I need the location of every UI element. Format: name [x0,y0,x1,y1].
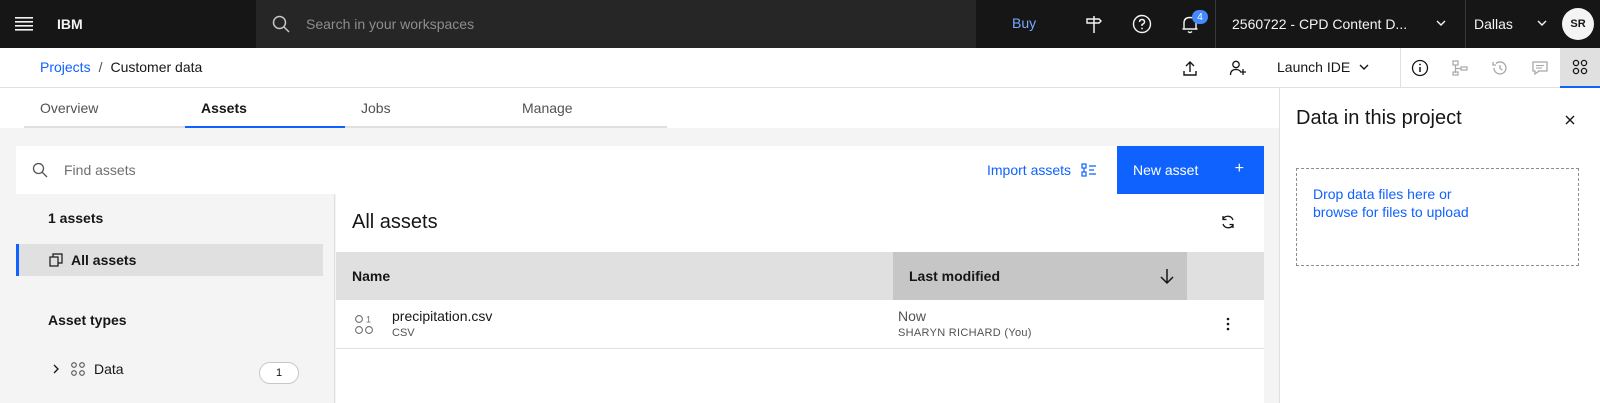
notification-badge: 4 [1192,10,1208,24]
refresh-icon[interactable] [1216,210,1240,234]
find-assets-input[interactable] [64,162,764,178]
signpost-icon[interactable] [1070,0,1118,48]
region-switcher[interactable]: Dallas [1465,0,1558,48]
region-label: Dallas [1474,16,1513,32]
copy-icon [49,253,63,267]
search-icon [16,146,64,194]
asset-list-title: All assets [352,211,438,233]
tab-jobs[interactable]: Jobs [345,88,506,128]
data-count-tag: 1 [259,362,299,384]
top-header: IBM Buy 4 2560722 - CPD Content D... Dal… [0,0,1600,48]
tab-overview[interactable]: Overview [24,88,185,128]
filter-all-assets-label: All assets [71,252,137,268]
filter-data[interactable]: Data [50,361,124,377]
data-type-icon [70,361,86,377]
chevron-down-icon [1435,17,1447,29]
add-icon: + [1234,160,1244,177]
table-header: Name Last modified [336,252,1264,300]
project-toolbar: Projects / Customer data Launch IDE [0,48,1600,88]
account-label: 2560722 - CPD Content D... [1232,16,1408,32]
browse-files-link[interactable]: browse for files to upload [1313,203,1562,221]
lineage-icon[interactable] [1440,48,1480,88]
column-header-name[interactable]: Name [336,252,893,300]
comments-icon[interactable] [1520,48,1560,88]
history-icon[interactable] [1480,48,1520,88]
search-icon [256,0,306,48]
launch-ide-label: Launch IDE [1277,59,1351,75]
upload-icon[interactable] [1170,48,1210,88]
filter-all-assets[interactable]: All assets [16,244,323,276]
import-assets-label: Import assets [987,162,1072,178]
data-side-panel: Data in this project Drop data files her… [1279,88,1600,403]
asset-list: All assets Name Last modified 1 precipit… [336,194,1264,403]
buy-link[interactable]: Buy [1012,15,1036,31]
chevron-down-icon [1536,17,1548,29]
import-assets-button[interactable]: Import assets [987,146,1097,194]
import-icon [1081,162,1097,178]
project-tabs: Overview Assets Jobs Manage [0,88,1280,128]
close-icon[interactable] [1558,108,1582,132]
column-header-last-modified-label: Last modified [909,268,1001,284]
breadcrumb-projects-link[interactable]: Projects [40,59,91,75]
assets-toolbar: Import assets New asset + [16,146,1264,194]
asset-types-heading: Asset types [48,312,127,328]
account-switcher[interactable]: 2560722 - CPD Content D... [1215,0,1465,48]
column-header-last-modified[interactable]: Last modified [893,252,1187,300]
modified-by: SHARYN RICHARD (You) [898,327,1032,339]
drop-zone-text-line1: Drop data files here or [1313,186,1452,202]
arrow-down-icon [1159,267,1175,285]
tab-manage[interactable]: Manage [506,88,667,128]
global-search-input[interactable] [306,16,906,32]
asset-count: 1 assets [48,210,104,226]
chevron-right-icon [50,363,62,375]
side-panel-title: Data in this project [1296,107,1462,129]
tab-assets[interactable]: Assets [185,88,345,128]
table-row[interactable]: 1 precipitation.csv CSV Now SHARYN RICHA… [336,300,1264,349]
asset-type: CSV [392,327,415,339]
asset-name[interactable]: precipitation.csv [392,308,492,324]
last-modified-cell: Now SHARYN RICHARD (You) [898,308,1032,339]
avatar[interactable]: SR [1562,8,1594,40]
overflow-menu-icon[interactable] [1216,312,1240,336]
add-collaborator-icon[interactable] [1218,48,1258,88]
filter-data-label: Data [94,361,124,377]
asset-filter-panel: 1 assets All assets Asset types Data 1 [16,194,335,403]
menu-icon[interactable] [0,0,48,48]
brand-logo[interactable]: IBM [48,16,248,32]
new-asset-button[interactable]: New asset + [1117,146,1264,194]
breadcrumb-separator: / [98,59,103,75]
file-drop-zone[interactable]: Drop data files here or browse for files… [1296,168,1579,266]
info-icon[interactable] [1400,48,1440,88]
breadcrumb-current: Customer data [110,59,203,75]
breadcrumb: Projects / Customer data [40,59,202,75]
help-icon[interactable] [1118,0,1166,48]
svg-text:1: 1 [366,315,371,325]
notifications-icon[interactable]: 4 [1166,0,1214,48]
new-asset-label: New asset [1133,162,1199,178]
modified-time: Now [898,308,927,324]
csv-file-icon: 1 [354,314,376,336]
chevron-down-icon [1358,61,1370,73]
asset-name-cell: precipitation.csv CSV [392,308,492,339]
data-panel-icon[interactable] [1560,48,1600,88]
launch-ide-menu[interactable]: Launch IDE [1277,59,1370,75]
global-search[interactable] [256,0,976,48]
